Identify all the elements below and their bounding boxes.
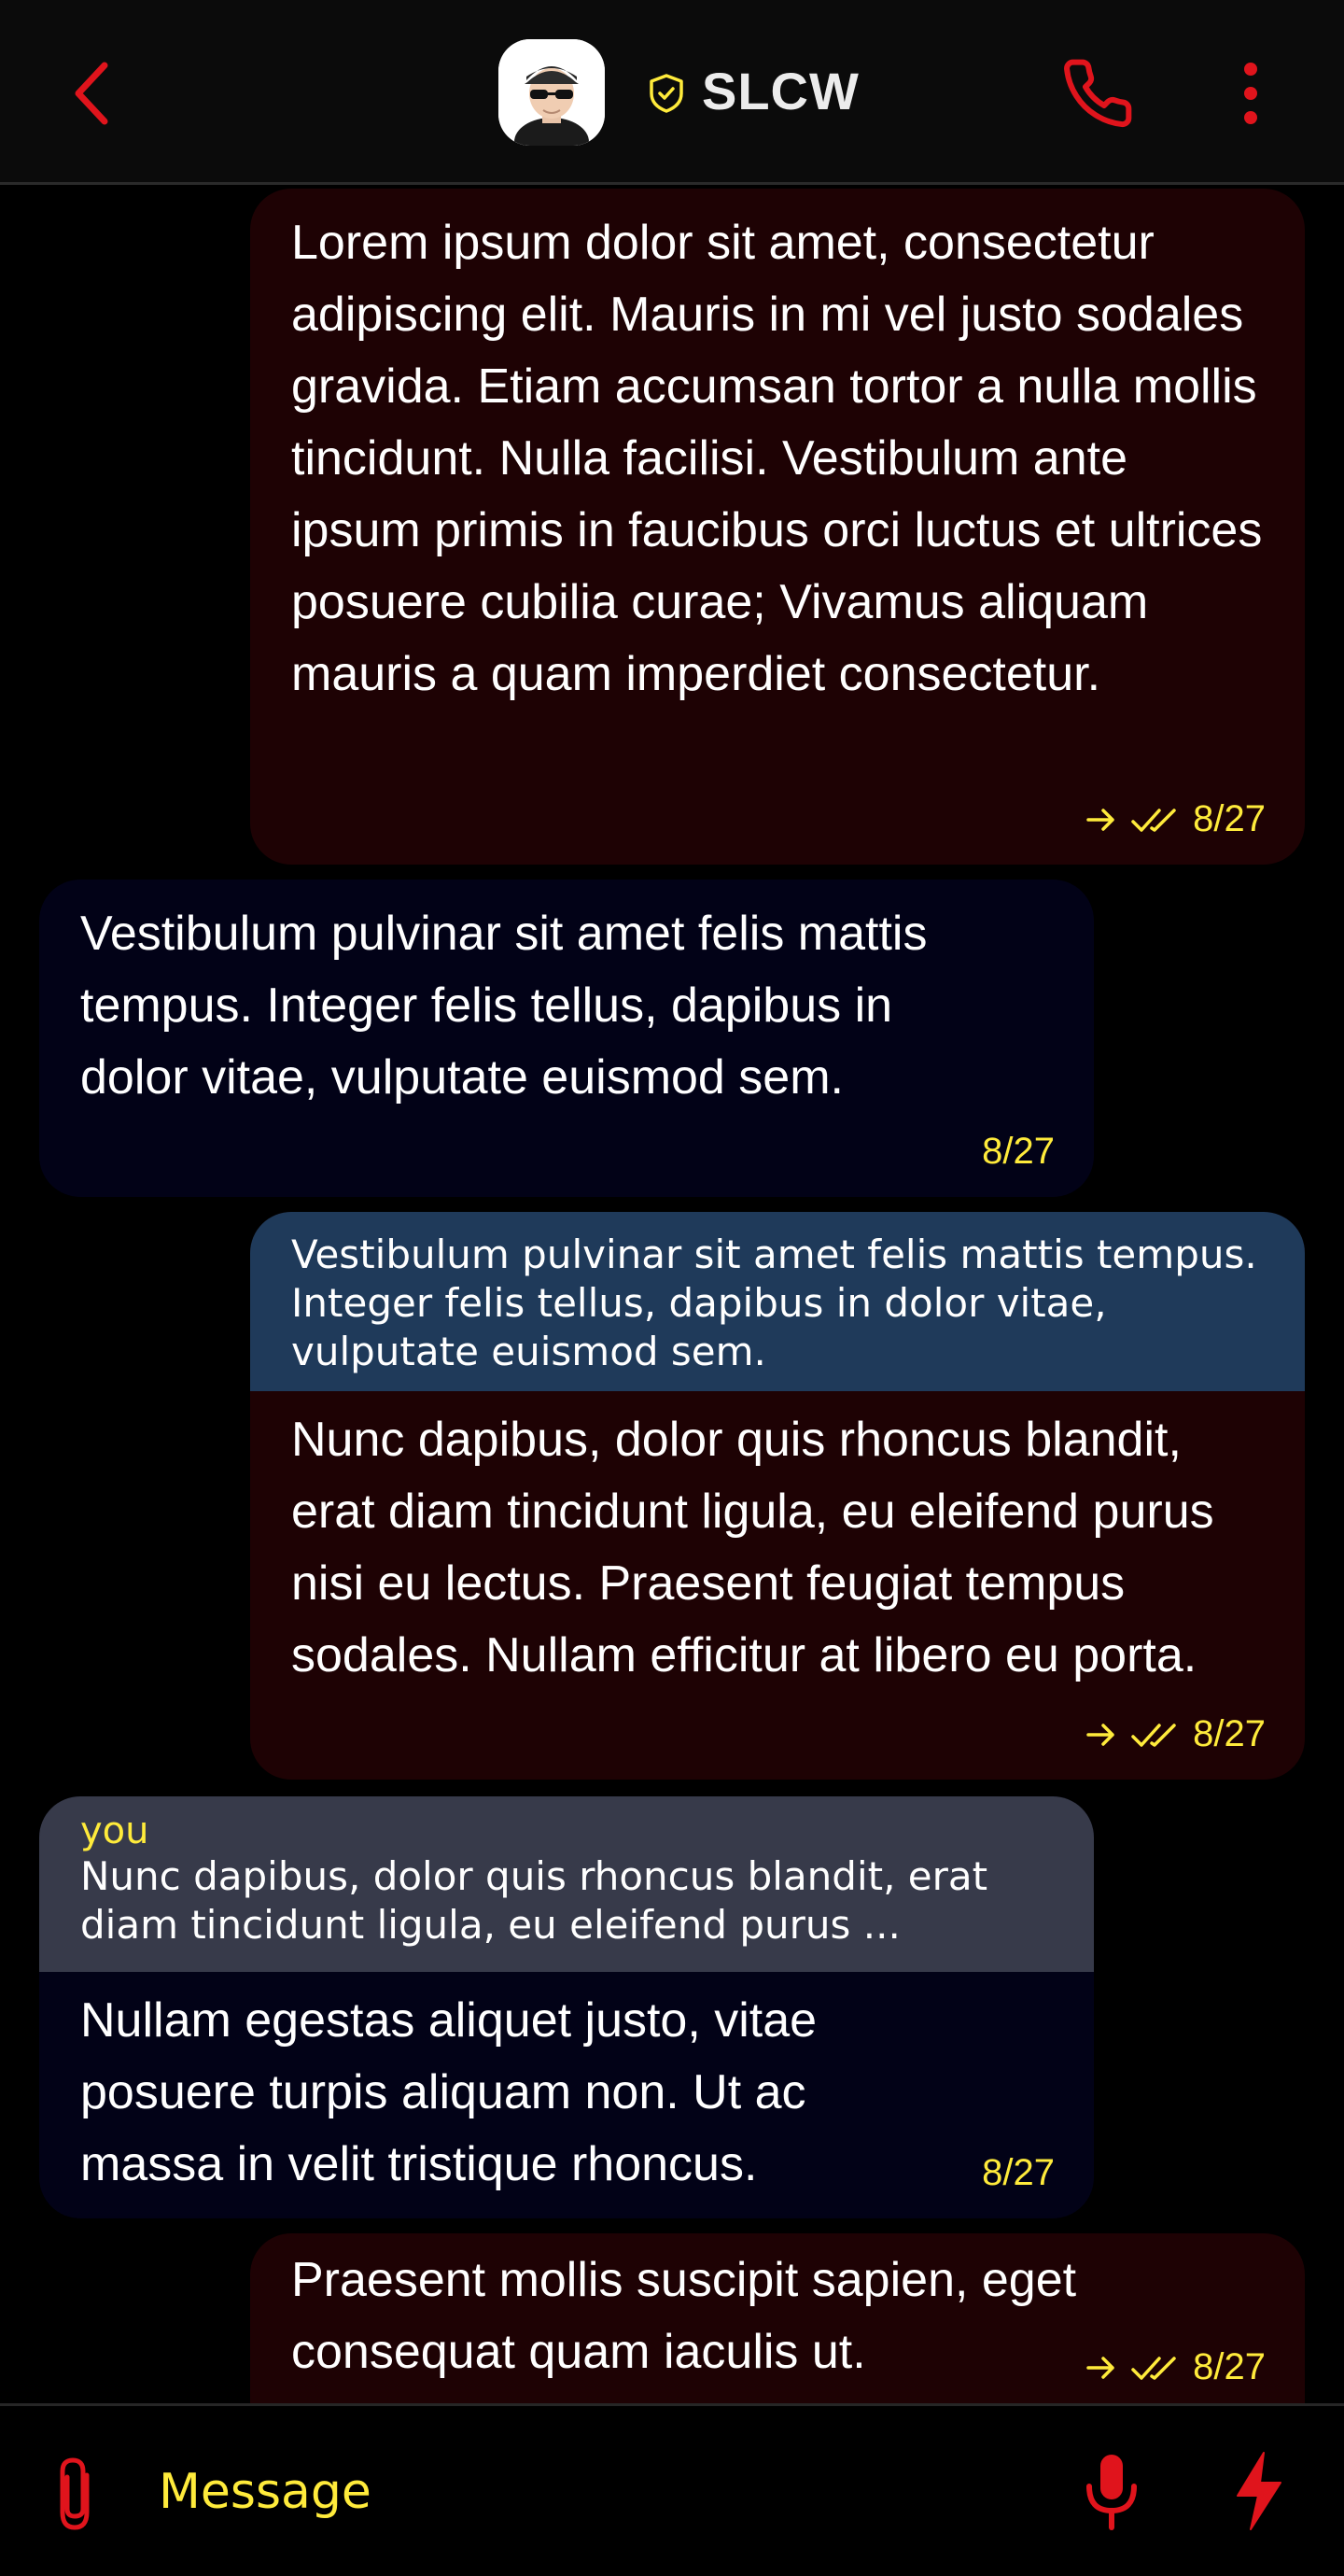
message-incoming[interactable]: Vestibulum pulvinar sit amet felis matti… (39, 880, 1094, 1197)
message-meta: 8/27 (982, 1131, 1055, 1173)
message-outgoing[interactable]: Praesent mollis suscipit sapien, eget co… (250, 2233, 1305, 2403)
forward-arrow-icon (1086, 808, 1114, 831)
quoted-message[interactable]: you Nunc dapibus, dolor quis rhoncus bla… (39, 1796, 1094, 1972)
message-text: Nunc dapibus, dolor quis rhoncus blandit… (291, 1413, 1214, 1682)
message-input[interactable] (157, 2449, 1001, 2535)
double-check-icon (1131, 1723, 1176, 1747)
quick-action-button[interactable] (1232, 2451, 1286, 2531)
chevron-left-icon (75, 62, 108, 125)
verified-shield-icon (648, 73, 685, 114)
message-outgoing[interactable]: Lorem ipsum dolor sit amet, consectetur … (250, 189, 1305, 865)
message-meta: 8/27 (1083, 2346, 1266, 2388)
more-options-button[interactable] (1232, 60, 1269, 127)
message-text: Lorem ipsum dolor sit amet, consectetur … (291, 216, 1263, 701)
message-text: Vestibulum pulvinar sit amet felis matti… (80, 907, 928, 1105)
phone-icon (1064, 59, 1132, 128)
lightning-icon (1237, 2452, 1281, 2530)
forward-arrow-icon (1086, 2356, 1114, 2379)
message-date: 8/27 (982, 2152, 1055, 2193)
forward-arrow-icon (1086, 1723, 1114, 1746)
avatar-image (498, 39, 605, 146)
quoted-text: Vestibulum pulvinar sit amet felis matti… (291, 1232, 1257, 1374)
message-date: 8/27 (1193, 2346, 1266, 2387)
message-meta: 8/27 (982, 2152, 1055, 2194)
message-outgoing-reply[interactable]: Vestibulum pulvinar sit amet felis matti… (250, 1212, 1305, 1780)
quoted-message[interactable]: Vestibulum pulvinar sit amet felis matti… (250, 1212, 1305, 1391)
quoted-author: you (80, 1809, 149, 1852)
attach-button[interactable] (43, 2453, 108, 2537)
double-check-icon (1131, 2356, 1176, 2380)
message-date: 8/27 (1193, 798, 1266, 839)
call-button[interactable] (1060, 56, 1135, 131)
more-vertical-icon (1244, 63, 1257, 124)
message-text: Nullam egestas aliquet justo, vitae posu… (80, 1993, 818, 2191)
contact-name[interactable]: SLCW (702, 58, 860, 125)
double-check-icon (1131, 808, 1176, 832)
microphone-icon (1086, 2455, 1137, 2530)
message-date: 8/27 (982, 1131, 1055, 1172)
back-button[interactable] (58, 56, 133, 131)
message-incoming-reply[interactable]: you Nunc dapibus, dolor quis rhoncus bla… (39, 1796, 1094, 2218)
message-meta: 8/27 (1083, 798, 1266, 840)
quoted-text: Nunc dapibus, dolor quis rhoncus blandit… (80, 1853, 988, 1948)
avatar[interactable] (498, 39, 605, 146)
chat-header: SLCW (0, 0, 1344, 185)
message-meta: 8/27 (1083, 1713, 1266, 1755)
voice-record-button[interactable] (1079, 2449, 1144, 2533)
paperclip-icon (60, 2457, 90, 2530)
message-date: 8/27 (1193, 1713, 1266, 1754)
message-composer (0, 2403, 1344, 2576)
